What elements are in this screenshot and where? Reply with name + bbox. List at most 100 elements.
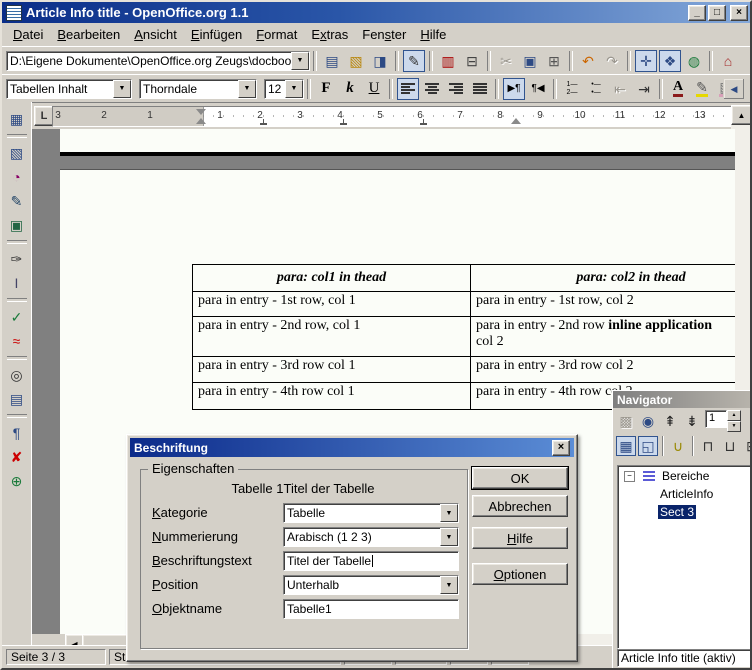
caption-dialog[interactable]: Beschriftung × Eigenschaften Tabelle 1Ti… [126,434,578,662]
align-right-button[interactable] [445,78,467,100]
tree-expander-icon[interactable]: − [624,471,635,482]
right-margin-marker[interactable] [511,118,521,124]
insert-frame-button[interactable]: ▧ [6,142,28,164]
align-left-button[interactable] [397,78,419,100]
draw-functions-button[interactable]: ✎ [6,190,28,212]
edit-file-button[interactable]: ✎ [403,50,425,72]
menu-ansicht[interactable]: Ansicht [127,25,184,44]
spellcheck-button[interactable]: ✓ [6,306,28,328]
indent-marker[interactable] [196,118,206,124]
close-button[interactable]: × [730,5,748,21]
document-table[interactable]: para: col1 in thead para: col2 in thead … [192,264,735,410]
navigator-window[interactable]: Navigator ▩◉⇞⇟1▲▼ ▦◱∪⊓⊔⊞ −BereicheArticl… [612,390,752,670]
align-justify-button[interactable] [469,78,491,100]
dialog-title-bar[interactable]: Beschriftung × [130,438,574,457]
horizontal-ruler[interactable]: 3211234567891011121314 [52,106,737,127]
options-button[interactable]: Optionen [472,563,568,585]
content-view-button[interactable]: ▦ [616,436,636,456]
navigator-title-bar[interactable]: Navigator [613,391,752,408]
header-toggle-button[interactable]: ⊓ [698,436,718,456]
decrease-indent-button[interactable]: ⇤ [609,78,631,100]
maximize-button[interactable]: □ [708,5,726,21]
menu-bearbeiten[interactable]: Bearbeiten [50,25,127,44]
undo-button[interactable]: ↶ [577,50,599,72]
menu-einfgen[interactable]: Einfügen [184,25,249,44]
tree-item-sect3[interactable]: Sect 3 [618,504,752,520]
font-name-combobox[interactable]: Thorndale ▼ [139,79,257,99]
copy-button[interactable]: ▣ [519,50,541,72]
indent-marker[interactable] [196,109,206,115]
table-header-cell[interactable]: para: col1 in thead [193,265,471,292]
table-cell[interactable]: para in entry - 2nd row, col 1 [193,317,471,357]
tab-type-selector[interactable]: L [34,106,54,126]
help-button[interactable]: Hilfe [472,527,568,549]
gallery-button[interactable]: ⌂ [717,50,739,72]
save-document-button[interactable]: ◨ [369,50,391,72]
tree-item-articleinfo[interactable]: ArticleInfo [618,486,752,502]
insert-object-button[interactable]: ◔ [6,166,28,188]
autotext-button[interactable]: ✑ [6,248,28,270]
scroll-up-button[interactable]: ▲ [731,105,752,125]
menu-fenster[interactable]: Fenster [355,25,413,44]
find-replace-button[interactable]: ◎ [6,364,28,386]
url-dropdown-arrow-icon[interactable]: ▼ [291,52,309,70]
table-cell[interactable]: para in entry - 1st row, col 1 [193,292,471,317]
dropdown-arrow-icon[interactable]: ▼ [440,504,458,522]
navigator-toggle-button[interactable]: ✛ [635,50,657,72]
minimize-button[interactable]: _ [688,5,706,21]
objektname-input[interactable]: Tabelle1 [283,599,459,619]
text-direction-ltr-button[interactable]: ▶¶ [503,78,525,100]
graphics-toggle-button[interactable]: ✘ [6,446,28,468]
set-reminder-button[interactable]: ∪ [668,436,688,456]
insert-form-field-button[interactable]: ▣ [6,214,28,236]
navigator-content-tree[interactable]: −BereicheArticleInfoSect 3 [617,465,752,649]
auto-spellcheck-button[interactable]: ≈ [6,330,28,352]
kategorie-combobox[interactable]: Tabelle▼ [283,503,459,523]
online-layout-button[interactable]: ⊕ [6,470,28,492]
hyperlink-dialog-button[interactable]: ◍ [683,50,705,72]
table-cell[interactable]: para in entry - 4th row col 1 [193,383,471,410]
highlighting-button[interactable]: ✎ [691,78,713,100]
beschriftungstext-input[interactable]: Titel der Tabelle [283,551,459,571]
direct-cursor-button[interactable]: I [6,272,28,294]
align-center-button[interactable] [421,78,443,100]
spin-up-button[interactable]: ▲ [727,410,741,421]
dropdown-arrow-icon[interactable]: ▼ [440,528,458,546]
footer-toggle-button[interactable]: ⊔ [720,436,740,456]
position-combobox[interactable]: Unterhalb▼ [283,575,459,595]
url-combobox[interactable]: D:\Eigene Dokumente\OpenOffice.org Zeugs… [6,51,310,71]
previous-page-button[interactable]: ⇞ [660,411,680,431]
next-page-button[interactable]: ⇟ [682,411,702,431]
navigation-button[interactable]: ◉ [638,411,658,431]
open-document-button[interactable]: ▧ [345,50,367,72]
dropdown-arrow-icon[interactable]: ▼ [440,576,458,594]
nonprinting-characters-button[interactable]: ¶ [6,422,28,444]
print-file-button[interactable]: ⊟ [461,50,483,72]
page-spinner[interactable]: 1▲▼ [705,410,741,432]
bold-button[interactable]: F [315,78,337,100]
bullet-list-button[interactable]: •— •— [585,78,607,100]
stylist-button[interactable]: ❖ [659,50,681,72]
new-document-button[interactable]: ▤ [321,50,343,72]
size-dropdown-arrow-icon[interactable]: ▼ [285,80,303,98]
table-cell[interactable]: para in entry - 3rd row col 1 [193,357,471,383]
underline-button[interactable]: U [363,78,385,100]
page-indicator[interactable]: Seite 3 / 3 [6,649,106,665]
anchor-text-toggle-button[interactable]: ⊞ [742,436,752,456]
redo-button[interactable]: ↷ [601,50,623,72]
page-number-value[interactable]: 1 [705,410,727,428]
menu-hilfe[interactable]: Hilfe [413,25,453,44]
style-dropdown-arrow-icon[interactable]: ▼ [113,80,131,98]
numbered-list-button[interactable]: 1— 2— [561,78,583,100]
dialog-close-button[interactable]: × [552,440,570,456]
italic-button[interactable]: k [339,78,361,100]
paste-button[interactable]: ⊞ [543,50,565,72]
increase-indent-button[interactable]: ⇥ [633,78,655,100]
navigator-document-list[interactable]: Article Info title (aktiv) [617,649,752,667]
nummerierung-combobox[interactable]: Arabisch (1 2 3)▼ [283,527,459,547]
cancel-button[interactable]: Abbrechen [472,495,568,517]
table-cell[interactable]: para in entry - 2nd row inline applicati… [471,317,736,357]
menu-extras[interactable]: Extras [304,25,355,44]
font-size-combobox[interactable]: 12 ▼ [264,79,304,99]
table-cell[interactable]: para in entry - 1st row, col 2 [471,292,736,317]
